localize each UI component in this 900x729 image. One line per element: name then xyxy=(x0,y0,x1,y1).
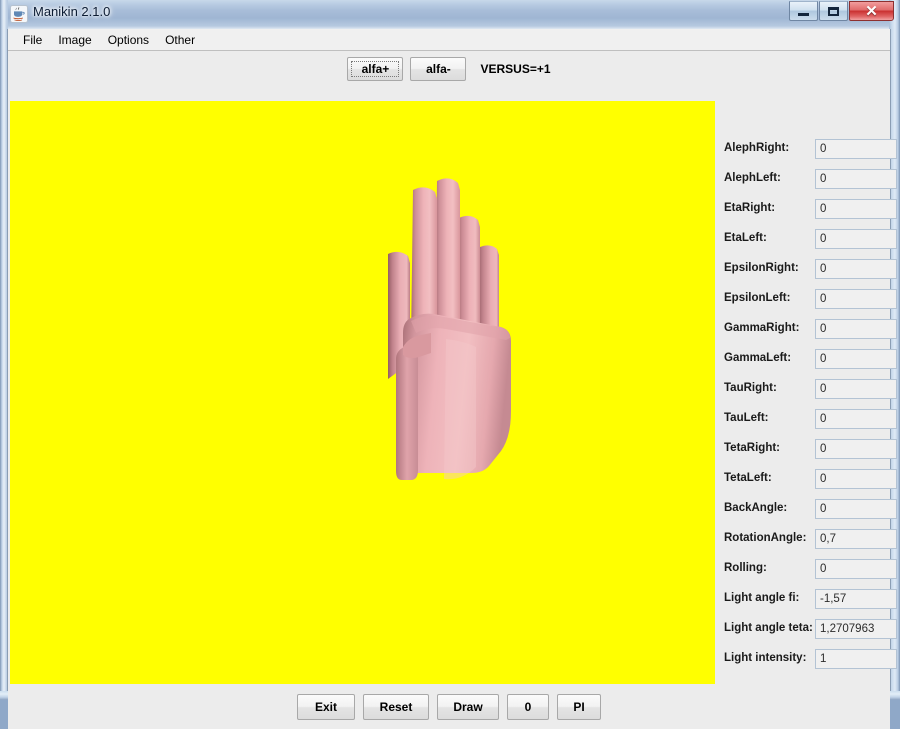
maximize-button[interactable] xyxy=(819,1,848,21)
parameter-input-backangle[interactable]: 0 xyxy=(815,499,897,519)
close-button[interactable]: ✕ xyxy=(849,1,894,21)
parameter-label-light-intensity: Light intensity: xyxy=(724,652,807,664)
parameter-input-tetaright[interactable]: 0 xyxy=(815,439,897,459)
parameter-row: TauLeft: 0 xyxy=(715,409,897,431)
minimize-button[interactable] xyxy=(789,1,818,21)
parameter-input-rotationangle[interactable]: 0,7 xyxy=(815,529,897,549)
hand-3d-model xyxy=(388,178,511,480)
parameter-row: Light angle teta: 1,2707963 xyxy=(715,619,897,641)
alfa-decrement-button[interactable]: alfa- xyxy=(410,57,467,81)
draw-button[interactable]: Draw xyxy=(437,693,499,720)
parameter-label-gammaright: GammaRight: xyxy=(724,322,800,334)
reset-label: Reset xyxy=(379,699,413,714)
parameter-row: Light angle fi: -1,57 xyxy=(715,589,897,611)
menu-item-other[interactable]: Other xyxy=(157,31,203,49)
parameter-input-gammaright[interactable]: 0 xyxy=(815,319,897,339)
parameter-row: TetaRight: 0 xyxy=(715,439,897,461)
parameter-label-gammaleft: GammaLeft: xyxy=(724,352,792,364)
pi-label: PI xyxy=(573,699,585,714)
parameter-row: AlephLeft: 0 xyxy=(715,169,897,191)
exit-button[interactable]: Exit xyxy=(297,693,355,720)
parameter-input-epsilonleft[interactable]: 0 xyxy=(815,289,897,309)
parameter-label-alephright: AlephRight: xyxy=(724,142,790,154)
parameter-row: RotationAngle: 0,7 xyxy=(715,529,897,551)
parameter-label-etaleft: EtaLeft: xyxy=(724,232,767,244)
menu-item-options[interactable]: Options xyxy=(100,31,157,49)
parameter-input-etaright[interactable]: 0 xyxy=(815,199,897,219)
menu-bar: File Image Options Other xyxy=(8,29,890,51)
close-icon: ✕ xyxy=(865,2,878,20)
maximize-icon xyxy=(820,2,847,20)
window-title: Manikin 2.1.0 xyxy=(33,4,111,19)
title-bar[interactable]: Manikin 2.1.0 ✕ xyxy=(0,0,900,29)
parameter-label-light-angle-teta: Light angle teta: xyxy=(724,622,813,634)
parameter-row: EpsilonLeft: 0 xyxy=(715,289,897,311)
parameter-row: EtaLeft: 0 xyxy=(715,229,897,251)
pi-button[interactable]: PI xyxy=(557,693,601,720)
parameter-row: Light intensity: 1 xyxy=(715,649,897,671)
parameter-row: TauRight: 0 xyxy=(715,379,897,401)
parameter-label-alephleft: AlephLeft: xyxy=(724,172,781,184)
parameter-panel: AlephRight: 0 AlephLeft: 0 EtaRight: 0 EtaLeft… xyxy=(715,101,897,684)
draw-label: Draw xyxy=(453,699,483,714)
parameter-label-backangle: BackAngle: xyxy=(724,502,788,514)
parameter-input-rolling[interactable]: 0 xyxy=(815,559,897,579)
java-coffee-cup-icon xyxy=(10,5,28,23)
exit-label: Exit xyxy=(314,699,337,714)
client-area: File Image Options Other alfa+ alfa- VER… xyxy=(7,29,897,729)
parameter-label-tauright: TauRight: xyxy=(724,382,777,394)
parameter-label-tauleft: TauLeft: xyxy=(724,412,769,424)
parameter-input-tauright[interactable]: 0 xyxy=(815,379,897,399)
parameter-input-light-angle-fi[interactable]: -1,57 xyxy=(815,589,897,609)
parameter-label-epsilonright: EpsilonRight: xyxy=(724,262,799,274)
menu-item-file[interactable]: File xyxy=(15,31,50,49)
parameter-label-light-angle-fi: Light angle fi: xyxy=(724,592,800,604)
versus-readout: VERSUS=+1 xyxy=(480,62,551,76)
parameter-row: AlephRight: 0 xyxy=(715,139,897,161)
parameter-label-rolling: Rolling: xyxy=(724,562,767,574)
alfa-minus-label: alfa- xyxy=(426,62,451,76)
zero-button[interactable]: 0 xyxy=(507,693,549,720)
parameter-row: BackAngle: 0 xyxy=(715,499,897,521)
application-window: Manikin 2.1.0 ✕ File Image Options Other… xyxy=(0,0,900,729)
parameter-label-epsilonleft: EpsilonLeft: xyxy=(724,292,791,304)
action-button-bar: Exit Reset Draw 0 PI xyxy=(8,684,890,729)
alfa-plus-label: alfa+ xyxy=(361,62,390,76)
parameter-label-rotationangle: RotationAngle: xyxy=(724,532,807,544)
menu-item-image[interactable]: Image xyxy=(50,31,99,49)
parameter-label-tetaleft: TetaLeft: xyxy=(724,472,772,484)
parameter-row: EtaRight: 0 xyxy=(715,199,897,221)
reset-button[interactable]: Reset xyxy=(363,693,429,720)
parameter-row: GammaRight: 0 xyxy=(715,319,897,341)
minimize-icon xyxy=(790,2,817,20)
parameter-input-alephleft[interactable]: 0 xyxy=(815,169,897,189)
parameter-label-etaright: EtaRight: xyxy=(724,202,776,214)
alfa-toolbar: alfa+ alfa- VERSUS=+1 xyxy=(8,51,890,87)
parameter-input-gammaleft[interactable]: 0 xyxy=(815,349,897,369)
parameter-input-alephright[interactable]: 0 xyxy=(815,139,897,159)
alfa-increment-button[interactable]: alfa+ xyxy=(347,57,404,81)
parameter-input-light-intensity[interactable]: 1 xyxy=(815,649,897,669)
zero-label: 0 xyxy=(524,699,532,714)
parameter-input-epsilonright[interactable]: 0 xyxy=(815,259,897,279)
parameter-input-light-angle-teta[interactable]: 1,2707963 xyxy=(815,619,897,639)
parameter-row: TetaLeft: 0 xyxy=(715,469,897,491)
parameter-row: EpsilonRight: 0 xyxy=(715,259,897,281)
parameter-input-tetaleft[interactable]: 0 xyxy=(815,469,897,489)
parameter-row: GammaLeft: 0 xyxy=(715,349,897,371)
parameter-row: Rolling: 0 xyxy=(715,559,897,581)
render-canvas[interactable] xyxy=(10,101,715,684)
parameter-label-tetaright: TetaRight: xyxy=(724,442,781,454)
parameter-input-tauleft[interactable]: 0 xyxy=(815,409,897,429)
parameter-input-etaleft[interactable]: 0 xyxy=(815,229,897,249)
